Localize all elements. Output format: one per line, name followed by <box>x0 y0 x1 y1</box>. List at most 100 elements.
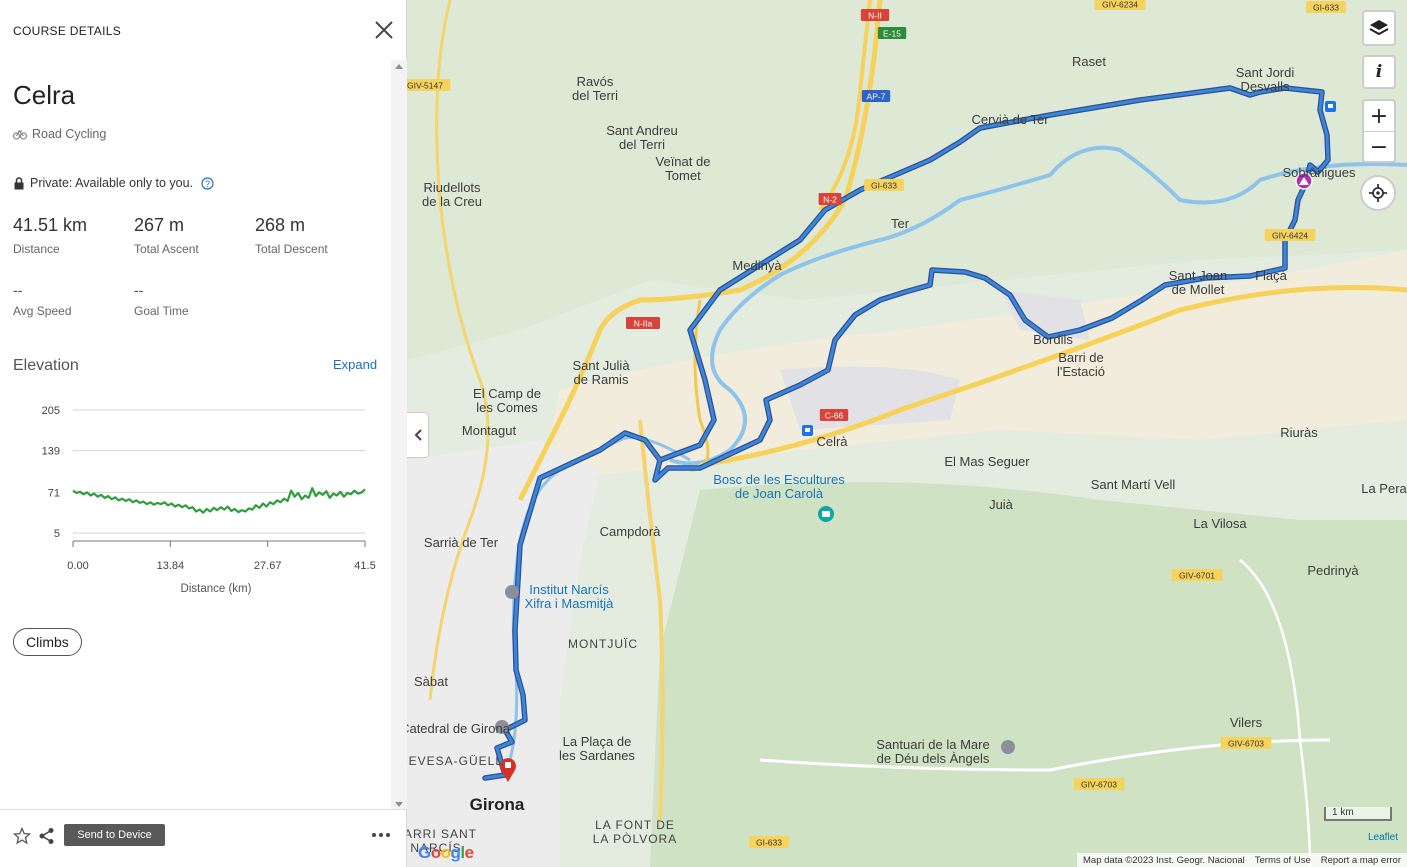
stat-label: Avg Speed <box>13 304 72 318</box>
stat-label: Total Descent <box>255 242 328 256</box>
map-place-label: Ravós del Terri <box>572 74 618 103</box>
attribution-text: Map data ©2023 Inst. Geogr. Nacional <box>1083 854 1245 866</box>
map-place-label: Sant Julià de Ramis <box>572 358 630 387</box>
locate-button[interactable] <box>1360 175 1396 211</box>
layers-button[interactable] <box>1362 10 1396 46</box>
poi-camera-icon <box>818 506 834 522</box>
road-shield-label: GIV-6424 <box>1272 231 1308 241</box>
road-shield-label: E-15 <box>883 29 901 39</box>
elevation-chart: 205 139 71 5 0.00 13.84 27.67 41.5 Distance (km) <box>42 405 376 595</box>
stat-goal-time: -- Goal Time <box>134 282 189 318</box>
elevation-series-line <box>72 486 366 514</box>
stat-distance: 41.51 km Distance <box>13 215 87 256</box>
chevron-left-icon <box>414 429 422 441</box>
stat-label: Distance <box>13 242 60 256</box>
map-canvas[interactable]: N-IIE-15 AP-7 GIV-5147 GIV-6234 GI-633 GI-633… <box>407 0 1407 867</box>
google-logo: Google <box>418 843 474 862</box>
map-place-label: Medinyà <box>732 258 782 273</box>
map-place-label: Sant Martí Vell <box>1091 477 1176 492</box>
road-shield-label: GIV-5147 <box>407 81 443 91</box>
privacy-label: Private: Available only to you. <box>30 176 194 190</box>
road-shield-label: N-II <box>868 11 882 21</box>
x-tick-label: 27.67 <box>254 560 282 572</box>
map-place-label: El Camp de les Comes <box>473 386 541 415</box>
climbs-button[interactable]: Climbs <box>13 628 82 656</box>
course-title: Celra <box>13 80 76 110</box>
share-icon[interactable] <box>38 827 56 845</box>
map-place-label: MONTJUÏC <box>568 637 638 651</box>
map-place-label: Sobrànigues <box>1283 165 1356 180</box>
more-options-icon[interactable] <box>371 830 391 840</box>
zoom-out-button[interactable]: − <box>1364 131 1394 162</box>
terms-link[interactable]: Terms of Use <box>1255 855 1311 866</box>
star-icon[interactable] <box>13 827 31 845</box>
map-place-label: Barri de l'Estació <box>1057 350 1105 379</box>
map-place-label: Ter <box>891 216 910 231</box>
bicycle-icon <box>13 129 27 140</box>
panel-scrollbar[interactable] <box>391 60 407 810</box>
map-place-label: La Vilosa <box>1193 516 1247 531</box>
map-place-label: Institut Narcís Xifra i Masmitjà <box>525 582 615 611</box>
stat-value: -- <box>13 282 23 298</box>
road-shield-label: C-66 <box>825 411 844 421</box>
map-place-label: Sant Joan de Mollet <box>1169 268 1228 297</box>
map-place-label: Pedrinyà <box>1307 563 1359 578</box>
sport-label: Road Cycling <box>32 127 107 141</box>
map-place-label: Celrà <box>816 434 848 449</box>
map-attribution: Map data ©2023 Inst. Geogr. Nacional Ter… <box>1077 853 1407 867</box>
map-place-label: LA FONT DE LA PÒLVORA <box>593 818 677 846</box>
stat-value: 268 m <box>255 215 306 235</box>
x-axis-label: Distance (km) <box>181 583 252 595</box>
y-tick-label: 139 <box>42 446 60 458</box>
y-tick-label: 5 <box>54 528 60 540</box>
course-details-panel: COURSE DETAILS Celra Road Cycling Privat… <box>0 0 407 867</box>
send-to-device-button[interactable]: Send to Device <box>64 824 165 846</box>
sport-type: Road Cycling <box>13 127 106 141</box>
svg-text:?: ? <box>205 179 210 189</box>
map-place-label: La Pera <box>1361 481 1407 496</box>
road-shield-label: N-2 <box>823 195 837 205</box>
info-button[interactable]: i <box>1362 55 1396 89</box>
panel-header: COURSE DETAILS <box>13 24 121 38</box>
scroll-down-arrow[interactable] <box>395 802 403 807</box>
map-scale: 1 km <box>1324 807 1392 821</box>
report-link[interactable]: Report a map error <box>1321 855 1401 866</box>
lock-icon <box>14 176 24 189</box>
road-shield-label: GI-633 <box>756 838 782 848</box>
zoom-control: + − <box>1362 99 1396 163</box>
stat-label: Goal Time <box>134 304 189 318</box>
zoom-in-button[interactable]: + <box>1364 101 1394 131</box>
stat-value: 41.51 km <box>13 215 88 235</box>
road-shield-label: GIV-6701 <box>1179 571 1215 581</box>
map-place-label: Juià <box>989 497 1014 512</box>
map-place-label: El Mas Seguer <box>944 454 1030 469</box>
leaflet-link[interactable]: Leaflet <box>1368 832 1398 843</box>
stat-avg-speed: -- Avg Speed <box>13 282 72 318</box>
stat-total-ascent: 267 m Total Ascent <box>134 215 199 256</box>
expand-link[interactable]: Expand <box>333 357 377 372</box>
road-shield-label: GI-633 <box>871 181 897 191</box>
scroll-up-arrow[interactable] <box>395 64 403 69</box>
help-icon[interactable]: ? <box>201 176 214 190</box>
y-tick-label: 205 <box>42 405 60 417</box>
elevation-title: Elevation <box>13 357 79 374</box>
crosshair-icon <box>1369 184 1387 202</box>
close-button[interactable] <box>372 18 396 42</box>
road-shield-label: N-IIa <box>634 319 653 329</box>
map-place-label: Flaçà <box>1255 268 1288 283</box>
x-tick-label: 41.5 <box>354 560 375 572</box>
stat-value: 267 m <box>134 215 185 235</box>
map-place-label: Sarrià de Ter <box>424 535 499 550</box>
layers-icon <box>1369 20 1389 36</box>
map-place-label: Raset <box>1072 54 1106 69</box>
close-icon <box>375 21 393 39</box>
stat-label: Total Ascent <box>134 242 199 256</box>
map-place-label: Riuràs <box>1280 425 1318 440</box>
stat-value: -- <box>134 282 144 298</box>
map-view[interactable]: N-II E-15 AP-7 GIV-5147 GIV-6234 GI-633 GI-633… <box>407 0 1407 867</box>
road-shield-label: GIV-6703 <box>1081 780 1117 790</box>
map-place-label: Cervià de Ter <box>971 112 1049 127</box>
road-shield-label: GIV-6234 <box>1102 0 1138 10</box>
map-place-label: DEVESA-GÜELL <box>407 754 503 768</box>
collapse-panel-button[interactable] <box>407 412 429 458</box>
